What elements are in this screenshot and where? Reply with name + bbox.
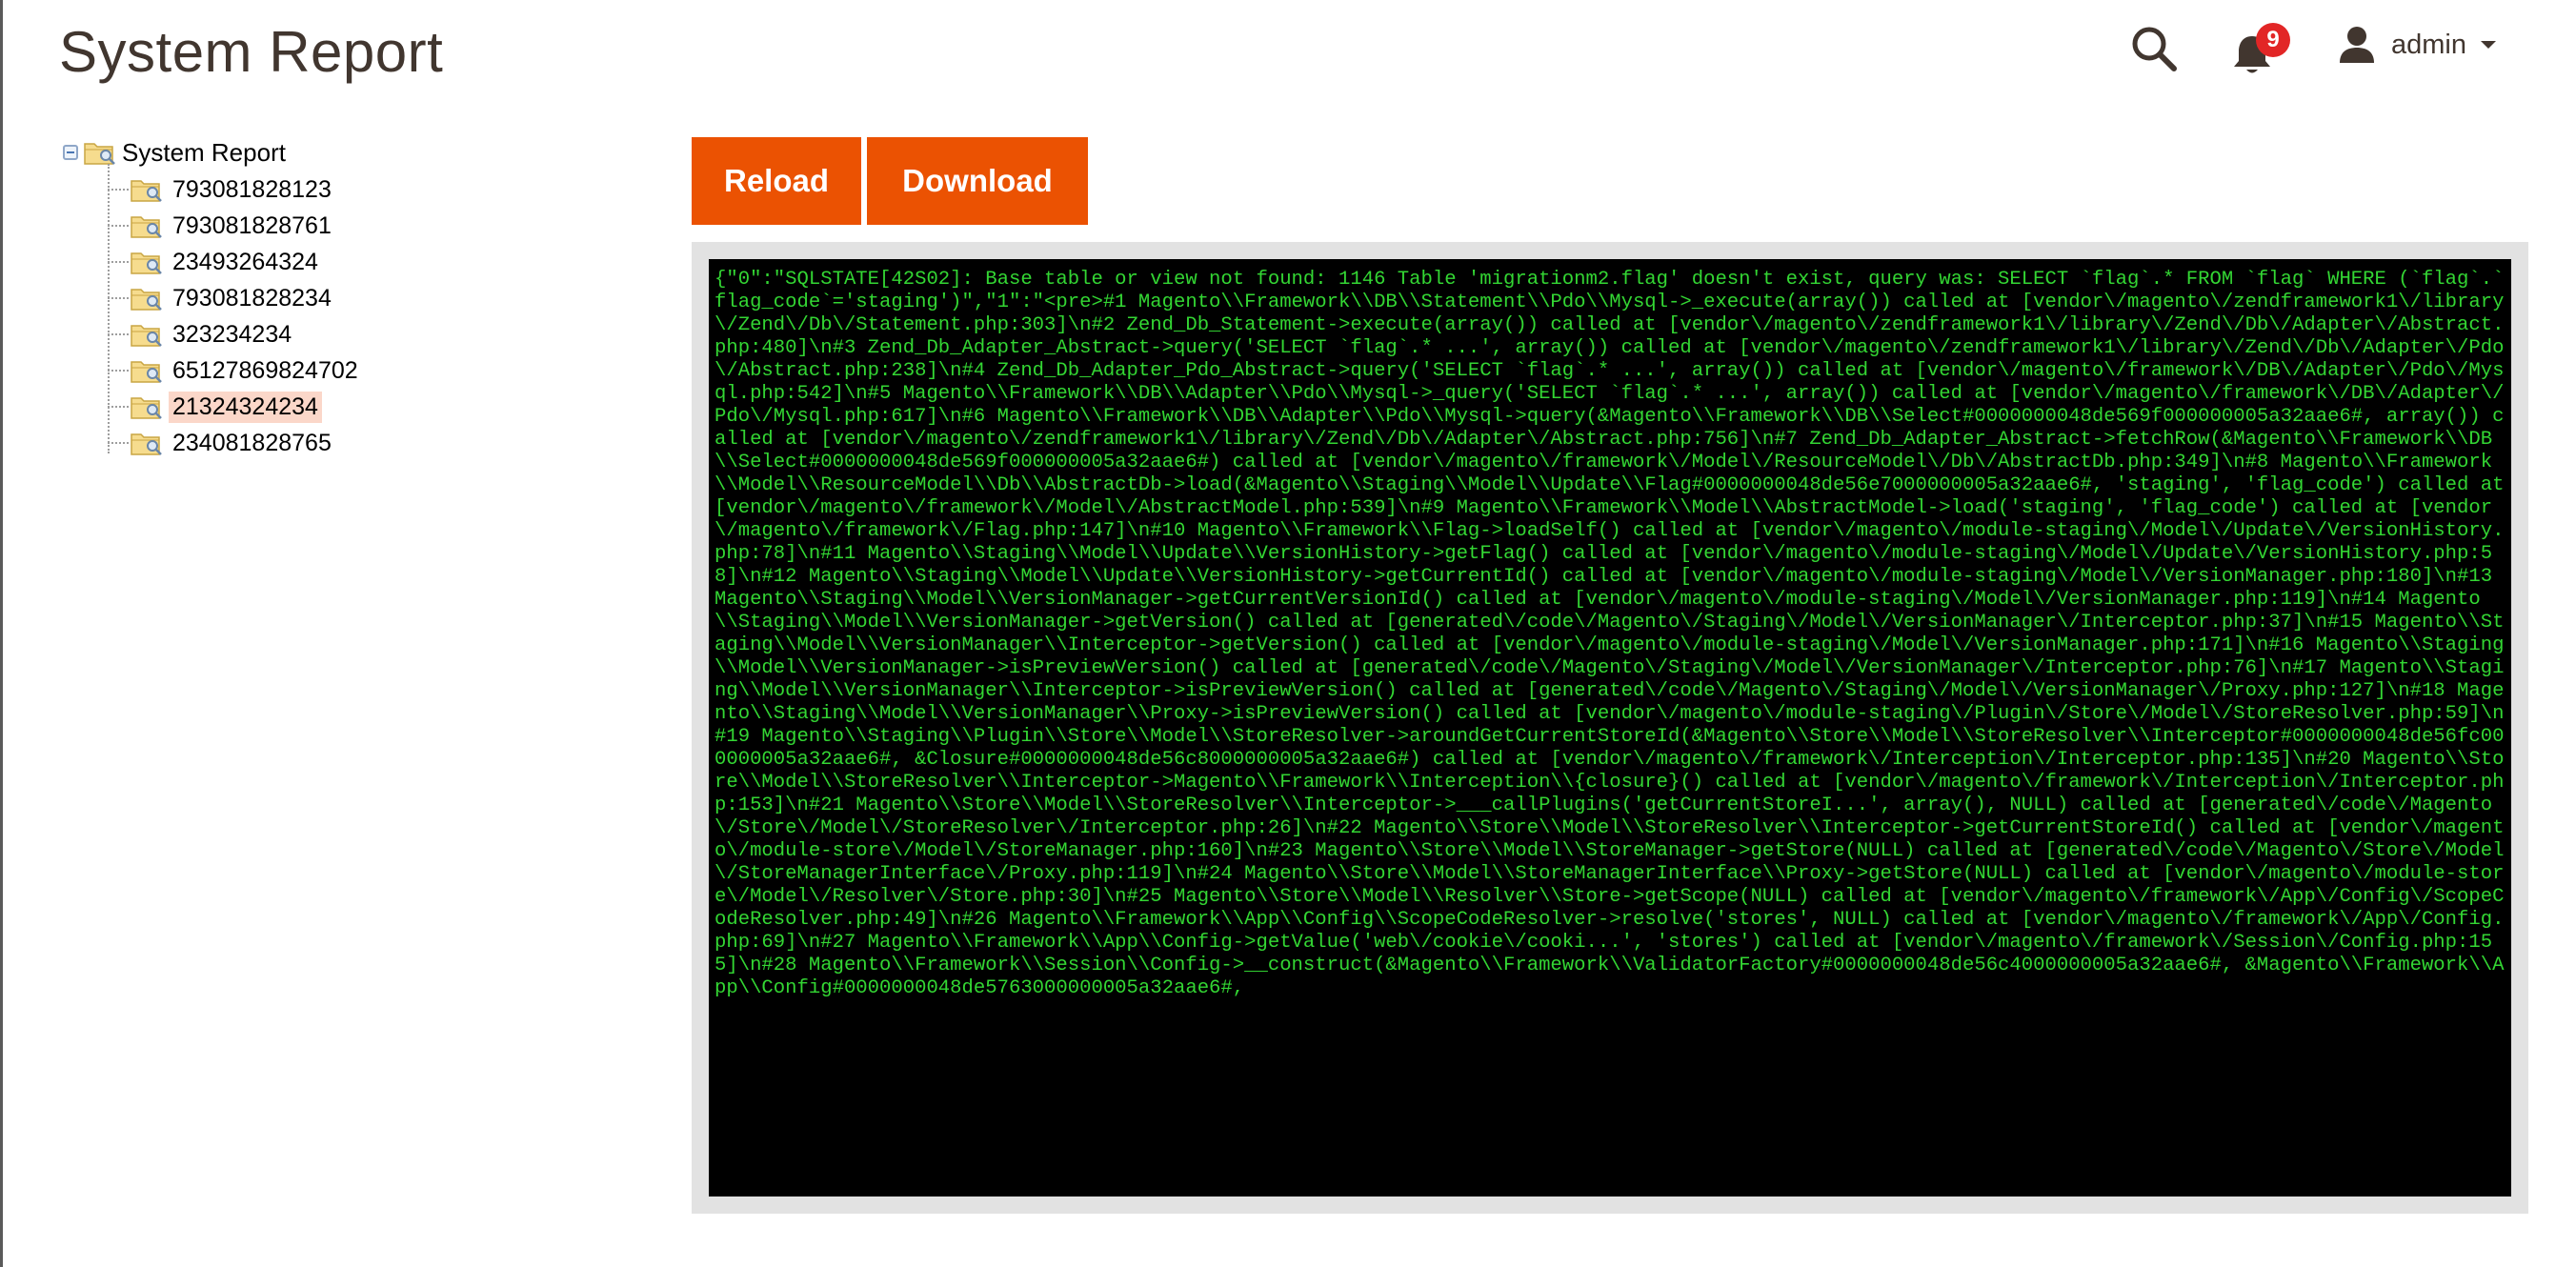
tree-item[interactable]: 793081828234	[108, 280, 335, 316]
page-title: System Report	[59, 20, 444, 84]
tree-connector	[108, 225, 129, 227]
tree-item-label: 793081828123	[172, 175, 332, 203]
tree-item[interactable]: 323234234	[108, 316, 295, 352]
tree-connector	[108, 189, 129, 191]
tree-root[interactable]: System Report	[63, 133, 286, 171]
tree-item-label: 234081828765	[172, 429, 332, 456]
tree-item-label: 323234234	[172, 320, 292, 348]
folder-search-icon	[131, 325, 162, 347]
notification-count-badge: 9	[2256, 23, 2290, 57]
tree-item-label: 21324324234	[169, 391, 322, 423]
tree-item-label: 793081828761	[172, 211, 332, 239]
caret-down-icon	[2481, 41, 2496, 49]
folder-search-icon	[131, 397, 162, 419]
search-button[interactable]	[2128, 23, 2180, 74]
folder-search-icon	[131, 289, 162, 311]
tree-connector	[108, 370, 129, 372]
tree-item[interactable]: 21324324234	[108, 389, 322, 425]
notifications-button[interactable]: 9	[2229, 23, 2290, 78]
folder-search-icon	[131, 433, 162, 455]
tree-item-label: 23493264324	[172, 248, 318, 275]
tree-item[interactable]: 793081828761	[108, 208, 335, 244]
folder-search-icon	[131, 252, 162, 274]
tree-item[interactable]: 793081828123	[108, 171, 335, 208]
user-icon	[2340, 27, 2374, 63]
user-account-menu[interactable]: admin	[2338, 21, 2497, 69]
tree-item-label: 65127869824702	[172, 356, 358, 384]
tree-connector	[108, 333, 129, 335]
download-button[interactable]: Download	[867, 137, 1088, 225]
tree-item[interactable]: 23493264324	[108, 244, 322, 280]
folder-search-icon	[84, 143, 115, 165]
report-log-panel: {"0":"SQLSTATE[42S02]: Base table or vie…	[692, 242, 2528, 1214]
user-name: admin	[2391, 29, 2466, 60]
reload-button[interactable]: Reload	[692, 137, 861, 225]
report-log-output[interactable]: {"0":"SQLSTATE[42S02]: Base table or vie…	[709, 259, 2511, 1197]
tree-item[interactable]: 65127869824702	[108, 352, 362, 389]
folder-search-icon	[131, 361, 162, 383]
tree-root-label: System Report	[122, 137, 286, 167]
tree-connector	[108, 406, 129, 408]
tree-item-label: 793081828234	[172, 284, 332, 312]
tree-connector	[108, 442, 129, 444]
collapse-toggle-icon[interactable]	[63, 145, 78, 160]
tree-connector	[108, 297, 129, 299]
tree-item[interactable]: 234081828765	[108, 425, 335, 461]
search-icon	[2132, 27, 2177, 71]
folder-search-icon	[131, 216, 162, 238]
folder-search-icon	[131, 180, 162, 202]
tree-connector	[108, 261, 129, 263]
window-left-border	[0, 0, 3, 1267]
